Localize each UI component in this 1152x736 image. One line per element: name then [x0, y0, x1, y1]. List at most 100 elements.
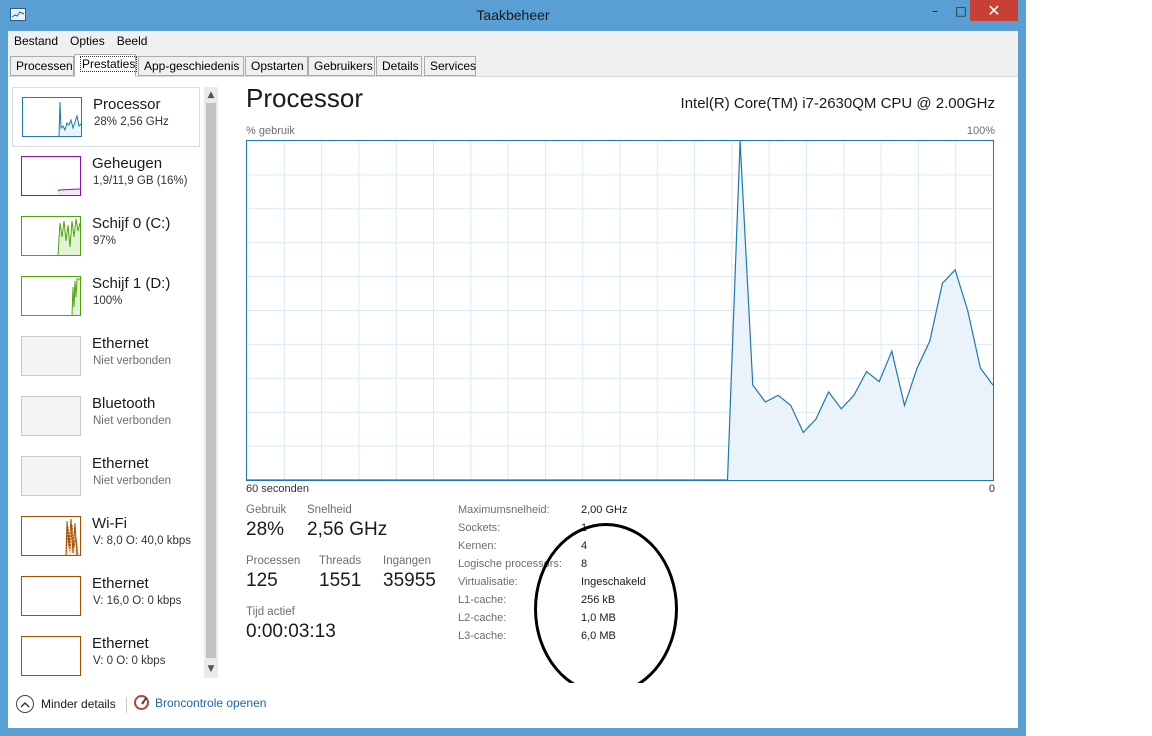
wifi-thumbnail — [21, 516, 81, 556]
sidebar-item-subtitle: 100% — [93, 295, 123, 307]
threads-label: Threads — [319, 555, 362, 567]
graph-x-left-label: 60 seconden — [246, 483, 309, 495]
menu-bestand[interactable]: Bestand — [8, 34, 64, 48]
processes-value: 125 — [246, 570, 278, 591]
sidebar-item-ethernet[interactable]: Ethernet Niet verbonden — [12, 447, 200, 507]
ethernet-thumbnail — [21, 456, 81, 496]
fewer-details-label: Minder details — [41, 697, 116, 711]
sidebar-item-schijf-0[interactable]: Schijf 0 (C:) 97% — [12, 207, 200, 267]
task-manager-window: Taakbeheer – □ ✕ Bestand Opties Beeld Pr… — [0, 0, 1026, 736]
tab-processen[interactable]: Processen — [10, 56, 74, 76]
processor-detail-pane: Processor Intel(R) Core(TM) i7-2630QM CP… — [246, 83, 1006, 695]
cpu-usage-graph — [246, 140, 994, 481]
menu-beeld[interactable]: Beeld — [111, 34, 154, 48]
ethernet-thumbnail — [21, 636, 81, 676]
close-button[interactable]: ✕ — [970, 0, 1018, 21]
sidebar-item-subtitle: 28% 2,56 GHz — [94, 116, 169, 128]
sidebar-item-ethernet[interactable]: Ethernet V: 0 O: 0 kbps — [12, 627, 200, 687]
tab-gebruikers[interactable]: Gebruikers — [308, 56, 375, 76]
minimize-icon: – — [932, 3, 938, 18]
graph-y-max-label: 100% — [966, 125, 995, 137]
speed-value: 2,56 GHz — [307, 519, 388, 540]
sidebar-scrollbar[interactable]: ▲ ▼ — [204, 87, 218, 678]
spec-label: L1-cache: — [458, 594, 507, 606]
close-icon: ✕ — [987, 1, 1001, 20]
memory-thumbnail — [21, 156, 81, 196]
spec-label: Virtualisatie: — [458, 576, 518, 588]
sidebar-item-title: Schijf 0 (C:) — [92, 215, 171, 232]
window-title: Taakbeheer — [476, 7, 550, 23]
sidebar-item-bluetooth[interactable]: Bluetooth Niet verbonden — [12, 387, 200, 447]
scroll-up-arrow-icon[interactable]: ▲ — [204, 87, 218, 103]
uptime-label: Tijd actief — [246, 606, 295, 618]
sidebar-item-title: Geheugen — [92, 155, 163, 172]
scrollbar-thumb[interactable] — [206, 103, 216, 658]
sidebar-item-processor[interactable]: Processor 28% 2,56 GHz — [12, 87, 200, 147]
sidebar-item-title: Bluetooth — [92, 395, 156, 412]
sidebar-item-ethernet[interactable]: Ethernet Niet verbonden — [12, 327, 200, 387]
title-bar[interactable]: Taakbeheer – □ ✕ — [0, 0, 1026, 31]
sidebar-item-subtitle: V: 16,0 O: 0 kbps — [93, 595, 182, 607]
spec-label: Kernen: — [458, 540, 497, 552]
handles-value: 35955 — [383, 570, 436, 591]
scroll-down-arrow-icon[interactable]: ▼ — [204, 661, 218, 677]
sidebar-item-title: Ethernet — [92, 455, 149, 472]
processes-label: Processen — [246, 555, 301, 567]
graph-y-axis-label: % gebruik — [246, 125, 295, 137]
threads-value: 1551 — [319, 570, 362, 591]
tab-bar: Processen Prestaties App-geschiedenis Op… — [8, 51, 1018, 77]
tab-opstarten[interactable]: Opstarten — [245, 56, 308, 76]
usage-value: 28% — [246, 519, 285, 540]
sidebar-item-subtitle: V: 0 O: 0 kbps — [93, 655, 166, 667]
uptime-value: 0:00:03:13 — [246, 621, 336, 642]
sidebar-item-subtitle: 1,9/11,9 GB (16%) — [93, 175, 188, 187]
menu-opties[interactable]: Opties — [64, 34, 111, 48]
graph-x-right-label: 0 — [988, 483, 995, 495]
sidebar-item-title: Processor — [93, 96, 161, 113]
ethernet-thumbnail — [21, 576, 81, 616]
spec-label: Sockets: — [458, 522, 501, 534]
handles-label: Ingangen — [383, 555, 431, 567]
usage-label: Gebruik — [246, 504, 287, 516]
sidebar-item-subtitle: V: 8,0 O: 40,0 kbps — [93, 535, 192, 547]
cpu-model-name: Intel(R) Core(TM) i7-2630QM CPU @ 2.00GH… — [680, 95, 995, 112]
footer-divider — [126, 697, 127, 713]
window-client-area: Bestand Opties Beeld Processen Prestatie… — [8, 31, 1018, 728]
ethernet-thumbnail — [21, 336, 81, 376]
sidebar-item-subtitle: Niet verbonden — [93, 475, 171, 487]
footer-bar: Minder details Broncontrole openen — [8, 683, 1018, 728]
cpu-usage-chart — [247, 140, 994, 481]
sidebar-item-subtitle: 97% — [93, 235, 117, 247]
spec-value: 2,00 GHz — [581, 504, 628, 516]
disk-0-thumbnail — [21, 216, 81, 256]
sidebar-item-title: Wi-Fi — [92, 515, 127, 532]
tab-details[interactable]: Details — [376, 56, 422, 76]
sidebar-item-title: Ethernet — [92, 335, 149, 352]
tab-services[interactable]: Services — [424, 56, 476, 76]
bluetooth-thumbnail — [21, 396, 81, 436]
sidebar-item-title: Ethernet — [92, 575, 149, 592]
sidebar-item-wifi[interactable]: Wi-Fi V: 8,0 O: 40,0 kbps — [12, 507, 200, 567]
fewer-details-button[interactable]: Minder details — [16, 695, 116, 713]
sidebar-item-title: Ethernet — [92, 635, 149, 652]
sidebar-item-geheugen[interactable]: Geheugen 1,9/11,9 GB (16%) — [12, 147, 200, 207]
sidebar-item-schijf-1[interactable]: Schijf 1 (D:) 100% — [12, 267, 200, 327]
menu-bar: Bestand Opties Beeld — [8, 31, 1018, 51]
speed-label: Snelheid — [307, 504, 352, 516]
spec-label: L3-cache: — [458, 630, 507, 642]
maximize-icon: □ — [955, 3, 967, 18]
chevron-up-icon — [16, 695, 34, 713]
sidebar-item-ethernet[interactable]: Ethernet V: 16,0 O: 0 kbps — [12, 567, 200, 627]
disk-1-thumbnail — [21, 276, 81, 316]
open-resource-monitor-link[interactable]: Broncontrole openen — [134, 695, 266, 710]
sidebar-item-subtitle: Niet verbonden — [93, 415, 171, 427]
sidebar-item-subtitle: Niet verbonden — [93, 355, 171, 367]
minimize-button[interactable]: – — [920, 0, 950, 21]
hand-drawn-ellipse-annotation — [534, 523, 678, 695]
spec-label: L2-cache: — [458, 612, 507, 624]
page-title: Processor — [246, 83, 364, 113]
tab-app-geschiedenis[interactable]: App-geschiedenis — [138, 56, 244, 76]
tab-prestaties[interactable]: Prestaties — [74, 54, 138, 77]
resource-monitor-icon — [134, 695, 149, 710]
resource-list: Processor 28% 2,56 GHz Geheugen 1,9/11,9… — [12, 87, 200, 677]
